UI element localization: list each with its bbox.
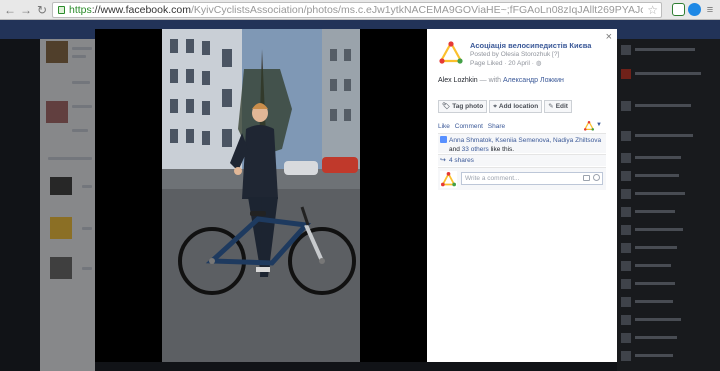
- likers-names[interactable]: Anna Shmatok, Kseniia Semenova, Nadiya Z…: [449, 137, 601, 144]
- likes-summary: Anna Shmatok, Kseniia Semenova, Nadiya Z…: [438, 133, 606, 153]
- reload-icon[interactable]: ↻: [36, 3, 48, 17]
- shares-row[interactable]: ↪ 4 shares: [438, 154, 606, 166]
- comment-input[interactable]: Write a comment...: [461, 172, 603, 185]
- caption-with: — with: [479, 77, 502, 84]
- tag-photo-button[interactable]: 🏷 Tag photo: [438, 100, 488, 113]
- post-actions: Like Comment Share: [438, 123, 508, 130]
- caption-tagged-person[interactable]: Александр Ложкин: [503, 77, 564, 84]
- bookmark-star-icon[interactable]: ☆: [647, 3, 658, 17]
- tag-icon: 🏷: [442, 103, 451, 110]
- camera-icon[interactable]: [583, 175, 590, 181]
- share-icon: ↪: [440, 157, 446, 164]
- shares-count[interactable]: 4 shares: [449, 157, 474, 164]
- commenter-avatar: [440, 171, 457, 188]
- shield-extension-icon[interactable]: [672, 3, 685, 16]
- page-logo-icon[interactable]: [439, 41, 463, 65]
- posted-by-text: Posted by Olesia Storozhuk [?]: [470, 51, 560, 58]
- address-bar[interactable]: https://www.facebook.com/KyivCyclistsAss…: [52, 2, 662, 18]
- chevron-down-icon[interactable]: ▼: [596, 122, 602, 128]
- globe-icon: ◍: [535, 60, 542, 67]
- back-icon[interactable]: ←: [4, 3, 16, 17]
- photo-caption: Alex Lozhkin — with Александр Ложкин: [438, 77, 564, 84]
- share-link[interactable]: Share: [488, 123, 505, 130]
- photo-cyclist-with-bike[interactable]: [162, 29, 360, 362]
- browser-toolbar: ← → ↻ https://www.facebook.com/KyivCycli…: [0, 0, 720, 20]
- page-name-link[interactable]: Асоціація велосипедистів Києва: [470, 41, 591, 50]
- others-link[interactable]: 33 others: [462, 146, 489, 153]
- add-location-button[interactable]: ⌖ Add location: [489, 100, 543, 113]
- edit-button[interactable]: ✎ Edit: [544, 100, 572, 113]
- photo-stage[interactable]: [95, 29, 427, 362]
- photo-info-panel: × Асоціація велосипедистів Києва Posted …: [427, 29, 617, 362]
- thumbs-up-icon: [440, 136, 447, 143]
- likes-text: Anna Shmatok, Kseniia Semenova, Nadiya Z…: [449, 137, 602, 153]
- page-liked-meta: Page Liked · 20 April · ◍: [470, 60, 542, 67]
- menu-icon[interactable]: ≡: [704, 3, 716, 17]
- url-text[interactable]: https://www.facebook.com/KyivCyclistsAss…: [69, 4, 643, 17]
- lock-icon: [58, 6, 65, 14]
- photo-button-row: 🏷 Tag photo ⌖ Add location ✎ Edit: [438, 100, 574, 113]
- globe-extension-icon[interactable]: [688, 3, 701, 16]
- comment-composer: Write a comment...: [438, 167, 606, 190]
- comment-link[interactable]: Comment: [455, 123, 483, 130]
- location-pin-icon: ⌖: [493, 103, 497, 110]
- like-link[interactable]: Like: [438, 123, 450, 130]
- pencil-icon: ✎: [548, 103, 554, 110]
- emoji-icon[interactable]: [593, 174, 600, 181]
- forward-icon[interactable]: →: [20, 3, 32, 17]
- acting-as-page-icon[interactable]: [584, 121, 594, 131]
- close-icon[interactable]: ×: [606, 31, 612, 43]
- caption-author: Alex Lozhkin: [438, 77, 478, 84]
